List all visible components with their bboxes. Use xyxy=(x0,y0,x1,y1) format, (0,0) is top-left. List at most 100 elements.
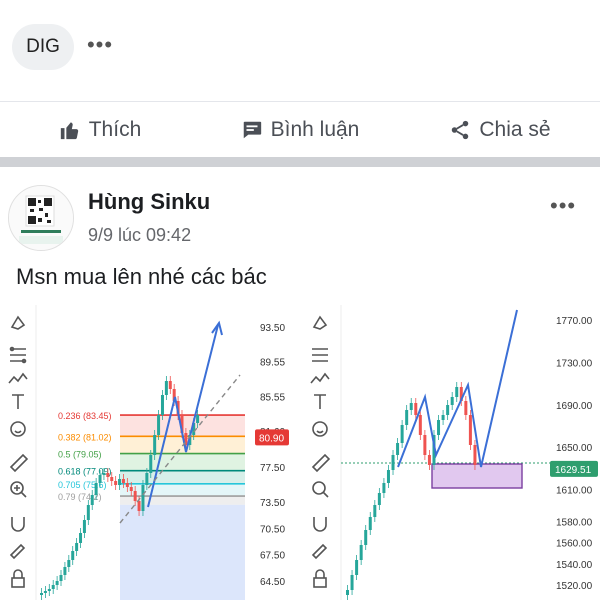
candle-body xyxy=(423,435,427,455)
share-button[interactable]: Chia sẻ xyxy=(400,104,600,156)
price-badge-right-label: 1629.51 xyxy=(555,465,592,476)
chart-right: 1770.00 1730.00 1690.00 1650.00 1610.00 1580.… xyxy=(302,305,600,600)
candle-body xyxy=(102,473,106,475)
candle-body xyxy=(63,567,67,575)
candle-body xyxy=(82,520,86,533)
post-text: Msn mua lên nhé các bác xyxy=(16,264,267,289)
lower-zone xyxy=(120,504,245,600)
y-tick-right: 1520.00 xyxy=(556,581,593,592)
candle-body xyxy=(118,479,122,485)
fib-label: 0.618 (77.09) xyxy=(58,467,112,477)
candle-body xyxy=(355,560,359,575)
post-image[interactable]: 0.236 (83.45) 0.382 (81.02) 0.5 (79.05) 0.6… xyxy=(0,305,600,600)
fib-zone xyxy=(120,453,245,471)
comment-label: Bình luận xyxy=(270,118,360,141)
candle-body xyxy=(391,455,395,470)
candle-body xyxy=(377,493,381,505)
price-badge-left-label: 80.90 xyxy=(259,433,284,444)
y-tick-left: 67.50 xyxy=(260,551,285,562)
fib-tool-icon xyxy=(9,346,27,364)
y-tick-left: 70.50 xyxy=(260,524,285,535)
fib-zone xyxy=(120,483,245,497)
candle-body xyxy=(368,517,372,530)
candle-body xyxy=(145,473,149,485)
share-icon xyxy=(452,120,469,140)
like-label: Thích xyxy=(88,118,142,141)
candle-body xyxy=(386,470,390,483)
candle-body xyxy=(90,495,94,505)
action-bar: Thích Bình luận Chia sẻ xyxy=(0,104,600,156)
post-author[interactable]: Hùng Sinku xyxy=(88,189,210,215)
more-options-icon[interactable]: ••• xyxy=(86,32,114,58)
candle-body xyxy=(47,589,51,591)
candle-body xyxy=(164,381,168,395)
candle-body xyxy=(400,425,404,443)
candle-body xyxy=(450,397,454,405)
candle-body xyxy=(196,415,200,423)
y-tick-right: 1580.00 xyxy=(556,517,593,528)
chart-screenshots: 0.236 (83.45) 0.382 (81.02) 0.5 (79.05) 0.6… xyxy=(0,305,600,600)
y-tick-right: 1730.00 xyxy=(556,358,593,369)
post-more-icon[interactable]: ••• xyxy=(550,193,576,219)
candle-body xyxy=(121,479,125,483)
candle-body xyxy=(59,575,63,581)
y-tick-left: 89.55 xyxy=(260,358,285,369)
candle-body xyxy=(125,483,129,487)
share-label: Chia sẻ xyxy=(479,118,551,141)
comment-button[interactable]: Bình luận xyxy=(200,104,400,156)
like-button[interactable]: Thích xyxy=(0,104,200,156)
qr-code-avatar-icon xyxy=(9,186,73,250)
candle-body xyxy=(129,487,133,491)
candle-body xyxy=(149,455,153,473)
candle-body xyxy=(160,395,164,415)
candle-body xyxy=(427,455,431,465)
candle-body xyxy=(396,443,400,455)
y-tick-right: 1610.00 xyxy=(556,486,593,497)
candle-body xyxy=(437,420,441,435)
y-tick-left: 77.50 xyxy=(260,463,285,474)
candle-body xyxy=(137,501,141,511)
post-timestamp[interactable]: 9/9 lúc 09:42 xyxy=(88,225,191,246)
y-tick-right: 1690.00 xyxy=(556,401,593,412)
feed-separator xyxy=(0,157,600,167)
y-tick-left: 93.50 xyxy=(260,323,285,334)
candle-body xyxy=(79,533,83,543)
candle-body xyxy=(464,401,468,415)
candle-body xyxy=(114,481,118,485)
tag-chip-label: DIG xyxy=(26,36,60,57)
candle-body xyxy=(359,545,363,560)
candle-body xyxy=(373,505,377,517)
candle-body xyxy=(350,575,354,590)
fib-label: 0.236 (83.45) xyxy=(58,411,112,421)
candle-body xyxy=(409,403,413,410)
candle-body xyxy=(40,593,43,595)
top-strip xyxy=(0,0,600,10)
avatar[interactable] xyxy=(8,185,74,251)
candle-body xyxy=(414,403,418,415)
y-tick-right: 1560.00 xyxy=(556,539,593,550)
divider xyxy=(0,101,600,102)
candle-body xyxy=(455,387,459,397)
y-tick-left: 73.50 xyxy=(260,498,285,509)
candle-body xyxy=(133,491,137,501)
candle-body xyxy=(71,551,75,560)
fib-label: 0.382 (81.02) xyxy=(58,432,112,442)
candle-body xyxy=(98,475,102,483)
candle-body xyxy=(110,477,114,481)
candle-body xyxy=(441,415,445,420)
candle-body xyxy=(364,530,368,545)
tag-chip[interactable]: DIG xyxy=(12,24,74,70)
candle-body xyxy=(153,435,157,455)
candle-body xyxy=(86,505,90,520)
candle-body xyxy=(405,410,409,425)
candle-body xyxy=(51,585,55,589)
candle-body xyxy=(418,415,422,435)
y-tick-left: 64.50 xyxy=(260,577,285,588)
fib-label: 0.5 (79.05) xyxy=(58,450,102,460)
y-tick-right: 1540.00 xyxy=(556,560,593,571)
candle-body xyxy=(43,591,47,593)
candle-body xyxy=(468,415,472,445)
candle-body xyxy=(446,405,450,415)
support-box xyxy=(431,463,523,489)
y-tick-right: 1650.00 xyxy=(556,443,593,454)
